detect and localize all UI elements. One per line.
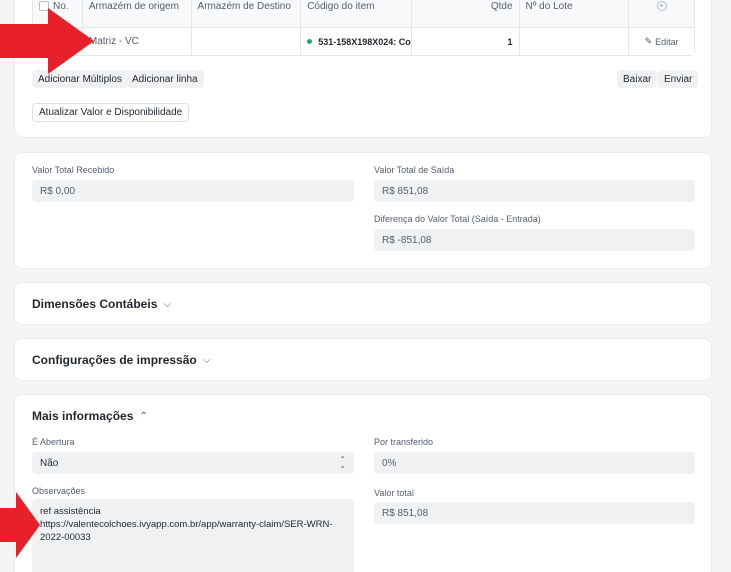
select-arrows-icon: ⌃ ⌄	[339, 455, 346, 470]
row-qty[interactable]: 1	[412, 28, 520, 55]
chevron-down-icon: ⌵	[202, 354, 211, 366]
opening-label: É Abertura	[32, 437, 75, 447]
received-field: R$ 0,00	[32, 180, 354, 202]
header-item-code: Código do item	[301, 0, 412, 27]
accounting-section-toggle[interactable]: Dimensões Contábeis ⌵	[32, 297, 171, 311]
opening-select[interactable]: Não ⌃ ⌄	[32, 452, 354, 474]
row-edit-button[interactable]: ✎ Editar	[629, 28, 694, 55]
gear-icon[interactable]	[656, 1, 667, 11]
more-info-section-toggle[interactable]: Mais informações ⌃	[32, 409, 148, 423]
received-label: Valor Total Recebido	[32, 165, 115, 175]
items-grid: No. Armazém de origem Armazém de Destino…	[32, 0, 695, 56]
row-item-code[interactable]: 531-158X198X024: Co	[301, 28, 412, 55]
more-info-section: Mais informações ⌃ É Abertura Não ⌃ ⌄ Por…	[14, 394, 712, 572]
outgoing-label: Valor Total de Saída	[374, 165, 455, 175]
by-transfer-field: 0%	[374, 452, 695, 474]
items-card: No. Armazém de origem Armazém de Destino…	[14, 0, 712, 138]
chevron-down-icon: ⌵	[163, 298, 171, 310]
items-grid-header: No. Armazém de origem Armazém de Destino…	[33, 0, 694, 28]
difference-label: Diferença do Valor Total (Saída - Entrad…	[374, 214, 541, 224]
red-arrow-bottom	[0, 492, 40, 558]
column-settings[interactable]	[629, 0, 694, 27]
by-transfer-label: Por transferido	[374, 437, 434, 447]
header-qty: Qtde	[412, 0, 520, 27]
header-origin: Armazém de origem	[83, 0, 192, 27]
download-button[interactable]: Baixar	[617, 70, 658, 88]
totals-card: Valor Total Recebido R$ 0,00 Valor Total…	[14, 152, 712, 269]
table-row[interactable]: Matriz - VC 531-158X198X024: Co 1 ✎ Edit…	[33, 28, 694, 55]
add-row-button[interactable]: Adicionar linha	[126, 70, 204, 88]
row-batch[interactable]	[520, 28, 630, 55]
accounting-section[interactable]: Dimensões Contábeis ⌵	[14, 282, 712, 325]
header-destination: Armazém de Destino	[192, 0, 302, 27]
difference-field: R$ -851,08	[374, 229, 695, 251]
outgoing-field: R$ 851,08	[374, 180, 695, 202]
notes-textarea[interactable]: ref assistência https://valentecolchoes.…	[32, 499, 354, 572]
print-section[interactable]: Configurações de impressão ⌵	[14, 338, 712, 381]
total-field: R$ 851,08	[374, 502, 695, 524]
update-value-button[interactable]: Atualizar Valor e Disponibilidade	[32, 103, 190, 122]
total-label: Valor total	[374, 488, 414, 498]
status-dot	[307, 39, 313, 44]
header-batch: Nº do Lote	[520, 0, 630, 27]
print-section-toggle[interactable]: Configurações de impressão ⌵	[32, 353, 210, 367]
chevron-up-icon: ⌃	[139, 410, 148, 422]
pencil-icon: ✎	[644, 36, 653, 46]
upload-button[interactable]: Enviar	[658, 70, 699, 88]
row-destination[interactable]	[192, 28, 302, 55]
row-origin[interactable]: Matriz - VC	[83, 28, 192, 55]
red-arrow-top	[0, 8, 94, 74]
